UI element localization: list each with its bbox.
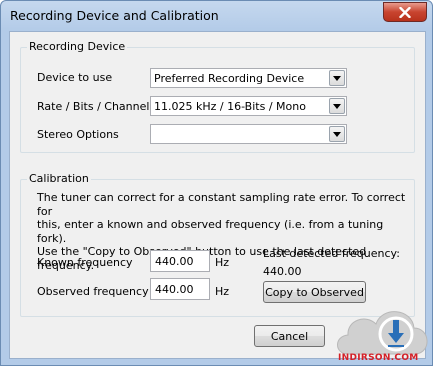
- device-to-use-label: Device to use: [37, 71, 113, 84]
- observed-frequency-unit: Hz: [215, 285, 230, 298]
- triangle-down-icon: [333, 131, 341, 137]
- calibration-legend: Calibration: [27, 172, 91, 185]
- rate-bits-channel-label: Rate / Bits / Channel: [37, 100, 150, 113]
- rate-select[interactable]: 11.025 kHz / 16-Bits / Mono: [150, 96, 347, 116]
- observed-frequency-field[interactable]: [150, 278, 210, 300]
- triangle-down-icon: [333, 103, 341, 109]
- known-frequency-unit: Hz: [215, 256, 230, 269]
- close-x-icon: [399, 6, 411, 18]
- watermark: INDIRSON.COM: [330, 300, 433, 366]
- known-frequency-input[interactable]: [151, 251, 209, 271]
- rate-dropdown-button[interactable]: [329, 98, 345, 114]
- known-frequency-field[interactable]: [150, 250, 210, 272]
- observed-frequency-input[interactable]: [151, 279, 209, 299]
- last-detected-label: Last detected frequency:: [263, 247, 400, 260]
- close-button[interactable]: [383, 2, 427, 22]
- triangle-down-icon: [333, 75, 341, 81]
- description-line: The tuner can correct for a constant sam…: [37, 191, 406, 218]
- device-dropdown-button[interactable]: [329, 70, 345, 86]
- watermark-text: INDIRSON.COM: [338, 353, 419, 363]
- stereo-select[interactable]: [150, 124, 347, 144]
- device-select[interactable]: Preferred Recording Device: [150, 68, 347, 88]
- rate-select-value: 11.025 kHz / 16-Bits / Mono: [154, 100, 306, 113]
- description-line: this, enter a known and observed frequen…: [37, 218, 384, 245]
- stereo-options-label: Stereo Options: [37, 128, 119, 141]
- known-frequency-label: Known frequency: [37, 256, 133, 269]
- title-bar[interactable]: Recording Device and Calibration: [1, 1, 432, 31]
- last-detected-value: 440.00: [263, 265, 302, 278]
- cancel-button[interactable]: Cancel: [254, 325, 325, 347]
- stereo-dropdown-button[interactable]: [329, 126, 345, 142]
- device-select-value: Preferred Recording Device: [154, 72, 305, 85]
- observed-frequency-label: Observed frequency: [37, 285, 149, 298]
- recording-device-legend: Recording Device: [27, 40, 128, 53]
- window-title: Recording Device and Calibration: [10, 8, 219, 23]
